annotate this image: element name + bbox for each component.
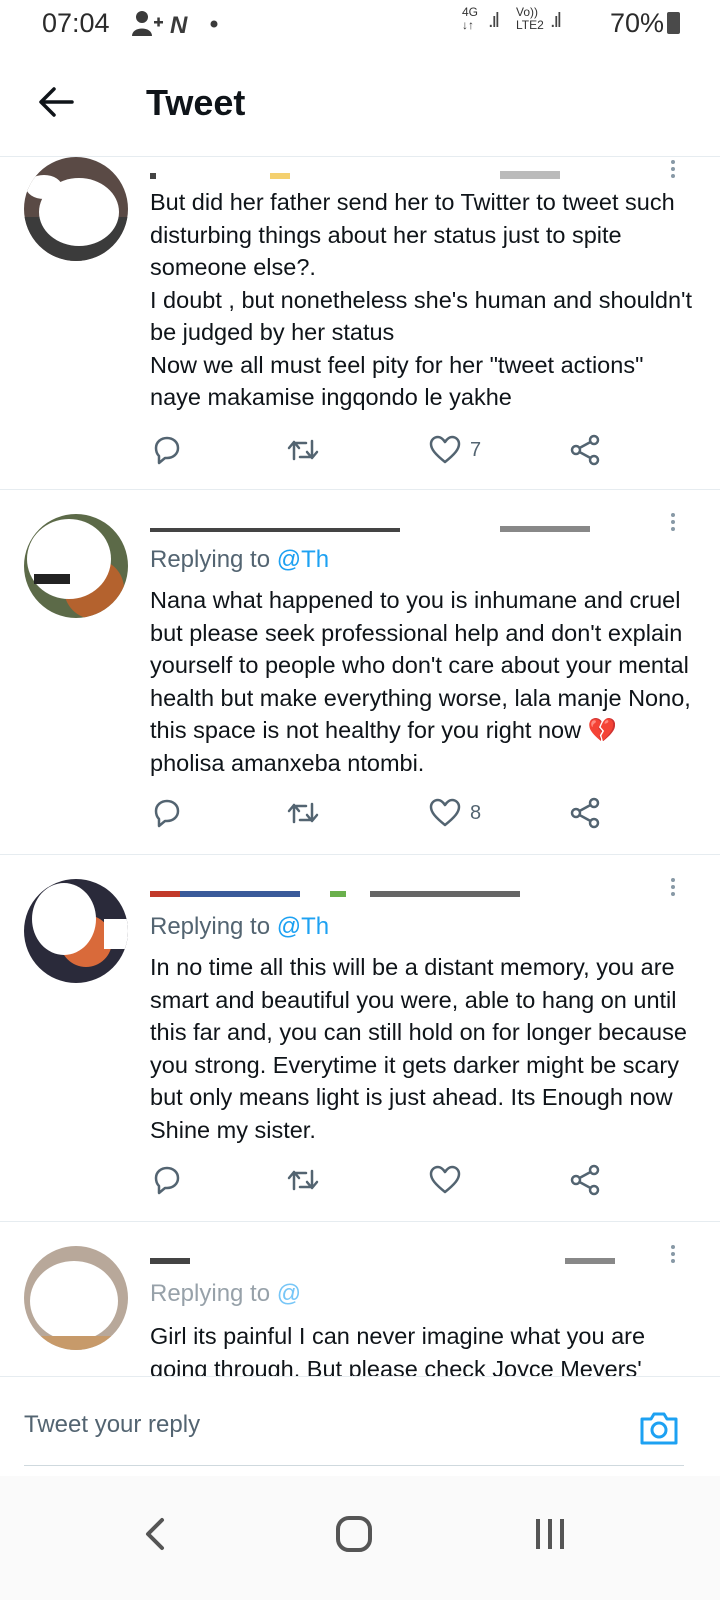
like-count: 7 <box>470 439 482 461</box>
like-icon[interactable] <box>428 1163 462 1199</box>
battery-percent: 70% <box>609 8 664 38</box>
avatar[interactable] <box>24 157 128 261</box>
nav-back-icon[interactable] <box>126 1504 186 1564</box>
nav-recents-icon[interactable] <box>520 1504 580 1564</box>
more-options-icon[interactable] <box>668 510 678 538</box>
more-options-icon[interactable] <box>668 157 678 185</box>
author-line-redacted <box>150 165 570 179</box>
network-volte-indicator: Vo)) LTE2 <box>516 5 544 32</box>
reply-icon[interactable] <box>150 1163 184 1199</box>
retweet-icon[interactable] <box>286 1163 320 1199</box>
reply-icon[interactable] <box>150 433 184 469</box>
more-options-icon[interactable] <box>668 1242 678 1270</box>
tweet-actions: 7 <box>150 433 620 469</box>
more-options-icon[interactable] <box>668 875 678 903</box>
retweet-icon[interactable] <box>286 433 320 469</box>
replying-to: Replying to @Th <box>150 913 330 940</box>
author-line-redacted <box>150 1250 620 1264</box>
author-line-redacted <box>150 883 570 897</box>
reply-handle[interactable]: @Th <box>277 913 329 940</box>
network-4g-indicator: 4G ↓↑ <box>462 5 479 32</box>
signal-icon: .ıl <box>488 10 499 32</box>
tweet-item[interactable]: But did her father send her to Twitter t… <box>0 157 720 490</box>
back-arrow-icon[interactable] <box>34 80 78 124</box>
like-icon[interactable]: 7 <box>428 433 481 469</box>
page-title: Tweet <box>146 82 246 123</box>
avatar[interactable] <box>24 514 128 618</box>
reply-handle[interactable]: @Th <box>277 546 329 573</box>
tweet-text: In no time all this will be a distant me… <box>150 954 694 1143</box>
tweet-item[interactable]: Replying to @ Girl its painful I can nev… <box>0 1222 720 1376</box>
reply-icon[interactable] <box>150 796 184 832</box>
replying-to: Replying to @ <box>150 1280 302 1307</box>
tweet-item[interactable]: Replying to @Th Nana what happened to yo… <box>0 490 720 855</box>
replying-to: Replying to @Th <box>150 546 330 573</box>
status-time: 07:04 <box>42 8 110 38</box>
battery-icon <box>667 12 680 34</box>
tweet-item[interactable]: Replying to @Th In no time all this will… <box>0 855 720 1222</box>
nav-home-icon[interactable] <box>324 1504 384 1564</box>
notification-icons: N <box>130 8 220 45</box>
signal-2-icon: .ıl <box>550 10 561 32</box>
reply-handle[interactable]: @ <box>277 1280 301 1307</box>
system-nav-bar <box>0 1476 720 1600</box>
share-icon[interactable] <box>568 1163 602 1199</box>
person-add-icon: N <box>132 11 218 39</box>
tweet-actions <box>150 1163 620 1199</box>
composer-divider <box>24 1465 684 1466</box>
avatar[interactable] <box>24 1246 128 1350</box>
tweet-text: Girl its painful I can never imagine wha… <box>150 1323 652 1376</box>
like-count: 8 <box>470 802 482 824</box>
share-icon[interactable] <box>568 433 602 469</box>
app-header: Tweet <box>0 60 720 157</box>
author-line-redacted <box>150 518 610 532</box>
camera-icon[interactable] <box>638 1407 680 1449</box>
share-icon[interactable] <box>568 796 602 832</box>
tweet-actions: 8 <box>150 796 620 832</box>
reply-composer[interactable]: Tweet your reply <box>0 1376 720 1477</box>
tweet-text: Nana what happened to you is inhumane an… <box>150 587 698 776</box>
retweet-icon[interactable] <box>286 796 320 832</box>
tweet-text: But did her father send her to Twitter t… <box>150 189 693 410</box>
avatar[interactable] <box>24 879 128 983</box>
svg-text:N: N <box>170 12 188 38</box>
status-bar: 07:04 N 4G ↓↑ .ıl Vo)) LTE2 .ıl 70% <box>0 0 720 48</box>
reply-input[interactable]: Tweet your reply <box>24 1411 200 1439</box>
like-icon[interactable]: 8 <box>428 796 481 832</box>
